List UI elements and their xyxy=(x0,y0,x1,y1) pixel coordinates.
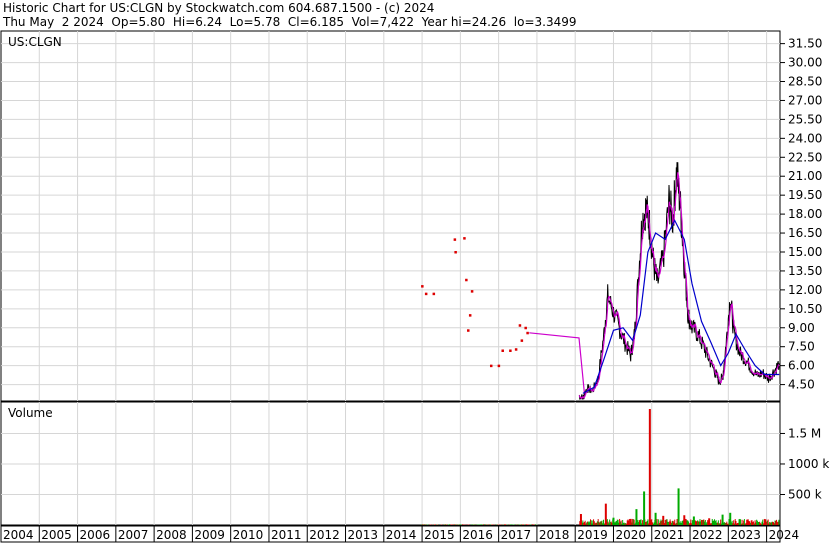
price-tick-label: 28.50 xyxy=(788,75,822,89)
x-tick-label: 2009 xyxy=(194,528,225,542)
trade-point xyxy=(467,329,470,332)
trade-point xyxy=(465,278,468,282)
trade-point xyxy=(454,250,457,254)
x-tick-label: 2016 xyxy=(462,528,493,542)
x-axis: 2004 2005 2006 2007 2008 2009 2010 2011 2012 2013… xyxy=(0,525,800,543)
trade-point xyxy=(520,339,524,342)
volume-tick-label: 1.5 M xyxy=(788,426,821,440)
price-tick-label: 16.50 xyxy=(788,226,822,240)
trade-point xyxy=(509,349,512,352)
x-tick-label: 2005 xyxy=(41,528,72,542)
x-tick-label: 2011 xyxy=(271,528,302,542)
x-tick-label: 2006 xyxy=(80,528,111,542)
trade-point xyxy=(421,285,424,288)
x-tick-label: 2004 xyxy=(3,528,34,542)
price-tick-label: 7.50 xyxy=(788,340,815,354)
volume-panel: Volume 1.5 M 1000 k 500 k xyxy=(0,401,829,526)
trade-point xyxy=(497,364,501,368)
price-tick-label: 6.00 xyxy=(788,359,815,373)
trade-point xyxy=(470,290,474,293)
x-tick-label: 2019 xyxy=(577,528,608,542)
trade-point xyxy=(514,348,518,351)
trade-point xyxy=(432,292,436,296)
trade-point xyxy=(424,292,428,296)
price-tick-label: 13.50 xyxy=(788,264,822,278)
x-tick-label: 2015 xyxy=(424,528,455,542)
x-tick-label: 2010 xyxy=(233,528,264,542)
stock-chart: US:CLGN 31.50 30.00 28.50 27.00 25.50 24.00 22… xyxy=(0,30,829,543)
x-tick-label: 2024 xyxy=(769,528,800,542)
price-tick-label: 19.50 xyxy=(788,188,822,202)
x-tick-label: 2014 xyxy=(386,528,417,542)
x-tick-label: 2023 xyxy=(730,528,761,542)
x-tick-label: 2021 xyxy=(654,528,685,542)
price-panel: US:CLGN 31.50 30.00 28.50 27.00 25.50 24.00 22… xyxy=(0,30,822,402)
price-tick-label: 18.00 xyxy=(788,207,822,221)
x-tick-label: 2020 xyxy=(615,528,646,542)
x-tick-label: 2008 xyxy=(156,528,187,542)
price-tick-label: 30.00 xyxy=(788,56,822,70)
trade-point xyxy=(518,324,522,327)
symbol-label: US:CLGN xyxy=(8,35,62,49)
price-panel-frame xyxy=(0,30,781,402)
volume-tick-label: 500 k xyxy=(788,487,822,501)
x-tick-label: 2012 xyxy=(309,528,340,542)
trade-point xyxy=(463,237,466,240)
trade-point xyxy=(468,314,472,317)
x-tick-label: 2013 xyxy=(348,528,379,542)
trade-point xyxy=(453,238,457,241)
price-tick-label: 25.50 xyxy=(788,112,822,126)
trade-point xyxy=(501,349,504,352)
price-tick-label: 22.50 xyxy=(788,150,822,164)
price-tick-label: 12.00 xyxy=(788,283,822,297)
trade-point xyxy=(526,331,529,335)
volume-label: Volume xyxy=(8,406,53,420)
price-tick-label: 24.00 xyxy=(788,131,822,145)
x-tick-label: 2018 xyxy=(539,528,570,542)
price-tick-label: 27.00 xyxy=(788,93,822,107)
x-tick-label: 2017 xyxy=(501,528,532,542)
price-tick-label: 15.00 xyxy=(788,245,822,259)
x-tick-label: 2022 xyxy=(692,528,723,542)
price-tick-label: 21.00 xyxy=(788,169,822,183)
trade-point xyxy=(524,326,527,330)
price-tick-label: 10.50 xyxy=(788,302,822,316)
price-tick-label: 4.50 xyxy=(788,378,815,392)
x-tick-label: 2007 xyxy=(118,528,149,542)
price-tick-label: 9.00 xyxy=(788,321,815,335)
volume-tick-label: 1000 k xyxy=(788,457,829,471)
trade-point xyxy=(489,364,493,368)
price-tick-label: 31.50 xyxy=(788,37,822,51)
